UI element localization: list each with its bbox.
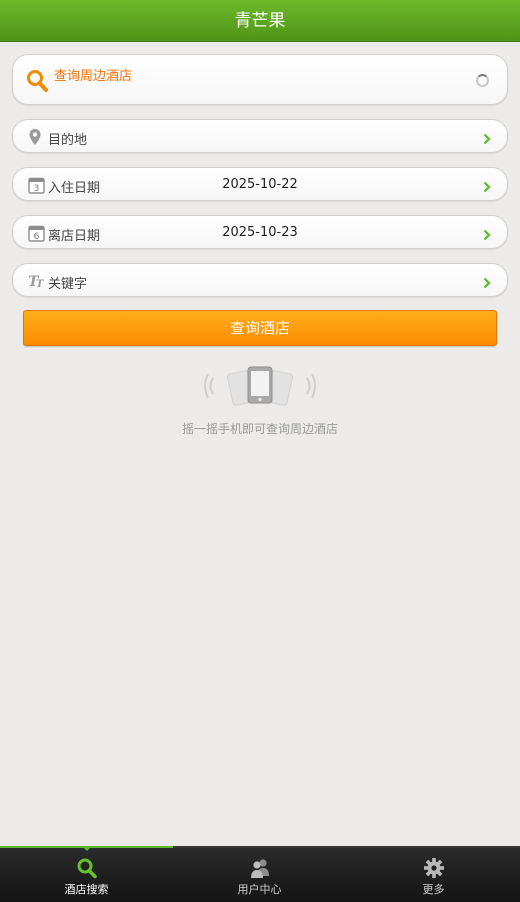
destination-field[interactable]: 目的地	[12, 119, 508, 153]
tab-label: 酒店搜索	[64, 883, 109, 896]
chevron-right-icon	[483, 274, 491, 293]
shake-hint: 摇一摇手机即可查询周边酒店	[181, 422, 338, 436]
search-hotels-button[interactable]: 查询酒店	[23, 310, 497, 346]
text-style-icon: T T	[28, 273, 46, 293]
app-title: 青芒果	[234, 11, 286, 31]
shake-phone-icon	[204, 366, 316, 412]
location-pin-icon	[28, 128, 42, 150]
destination-label: 目的地	[48, 133, 88, 148]
checkin-date-field[interactable]: 3 入住日期 2025-10-22	[12, 167, 508, 201]
bottom-tab-bar: 酒店搜索 用户中心 更多	[0, 846, 520, 902]
tab-more[interactable]: 更多	[347, 848, 520, 902]
tab-label: 更多	[422, 883, 445, 896]
search-icon	[76, 857, 98, 883]
search-nearby-card[interactable]: 查询周边酒店	[12, 54, 508, 105]
users-icon	[249, 857, 271, 883]
loading-spinner-icon	[476, 74, 489, 87]
app-header: 青芒果	[0, 0, 520, 42]
search-icon	[26, 69, 48, 97]
chevron-right-icon	[483, 178, 491, 197]
svg-text:T: T	[36, 279, 45, 289]
keyword-label: 关键字	[48, 277, 88, 292]
tab-user-center[interactable]: 用户中心	[173, 848, 346, 902]
keyword-field[interactable]: T T 关键字	[12, 263, 508, 297]
tab-hotel-search[interactable]: 酒店搜索	[0, 846, 173, 902]
checkout-value: 2025-10-23	[222, 225, 298, 240]
checkout-date-field[interactable]: 6 离店日期 2025-10-23	[12, 215, 508, 249]
chevron-right-icon	[483, 226, 491, 245]
search-nearby-label: 查询周边酒店	[54, 69, 133, 84]
chevron-right-icon	[483, 130, 491, 149]
checkin-value: 2025-10-22	[222, 177, 298, 192]
tab-label: 用户中心	[237, 883, 282, 896]
gear-icon	[423, 857, 445, 883]
